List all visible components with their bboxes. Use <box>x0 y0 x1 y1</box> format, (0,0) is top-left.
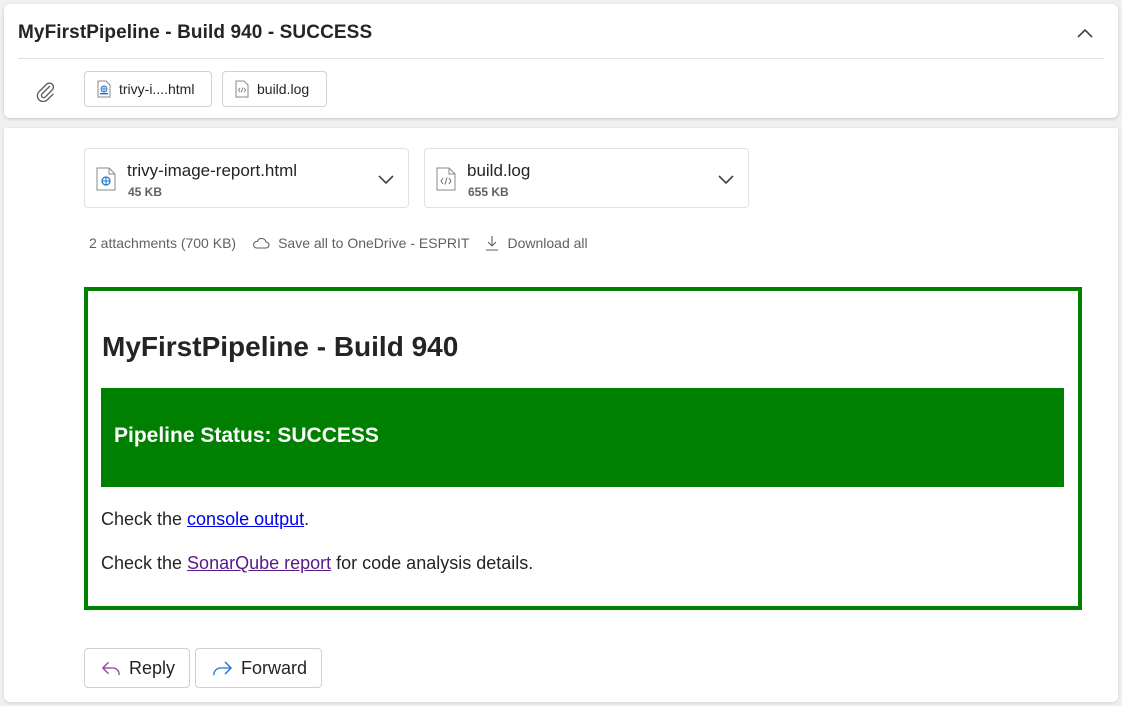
attachment-summary-bar: 2 attachments (700 KB) Save all to OneDr… <box>89 235 588 251</box>
line-suffix: . <box>304 509 310 529</box>
attachment-chip-build-log[interactable]: build.log <box>222 71 327 107</box>
chevron-down-icon[interactable] <box>716 169 736 189</box>
download-all-label: Download all <box>507 235 588 251</box>
email-body-card: trivy-image-report.html 45 KB build.log … <box>4 128 1118 702</box>
header-divider <box>18 58 1104 59</box>
email-content: MyFirstPipeline - Build 940 Pipeline Sta… <box>84 287 1082 610</box>
paperclip-icon[interactable] <box>34 80 56 102</box>
sonarqube-report-link[interactable]: SonarQube report <box>187 553 331 573</box>
chevron-down-icon[interactable] <box>376 169 396 189</box>
email-header-card: MyFirstPipeline - Build 940 - SUCCESS tr… <box>4 4 1118 118</box>
attachment-card-trivy[interactable]: trivy-image-report.html 45 KB <box>84 148 409 208</box>
email-subject: MyFirstPipeline - Build 940 - SUCCESS <box>18 22 373 43</box>
attachment-name: build.log <box>467 161 531 180</box>
html-file-icon <box>97 80 111 98</box>
forward-icon <box>213 661 232 676</box>
code-file-icon <box>436 167 456 191</box>
cloud-icon <box>253 237 270 249</box>
line-prefix: Check the <box>101 509 188 529</box>
attachment-chip-label: build.log <box>257 81 310 97</box>
build-heading: MyFirstPipeline - Build 940 <box>102 331 459 362</box>
status-banner: Pipeline Status: SUCCESS <box>101 388 1064 487</box>
chevron-up-icon <box>1077 28 1093 38</box>
code-file-icon <box>235 80 249 98</box>
reply-button[interactable]: Reply <box>84 648 190 688</box>
sonarqube-line: Check the SonarQube report for code anal… <box>101 553 533 574</box>
line-prefix: Check the <box>101 553 188 573</box>
attachment-chip-label: trivy-i....html <box>119 81 195 97</box>
console-output-link[interactable]: console output <box>187 509 304 529</box>
download-icon <box>486 236 499 251</box>
attachment-card-build-log[interactable]: build.log 655 KB <box>424 148 749 208</box>
collapse-button[interactable] <box>1070 18 1100 48</box>
line-suffix: for code analysis details. <box>331 553 534 573</box>
attachment-size: 45 KB <box>128 185 163 199</box>
console-output-line: Check the console output. <box>101 509 309 530</box>
email-reading-pane: MyFirstPipeline - Build 940 - SUCCESS tr… <box>0 0 1122 706</box>
attachment-chip-trivy[interactable]: trivy-i....html <box>84 71 212 107</box>
attachment-summary: 2 attachments (700 KB) <box>89 235 237 251</box>
attachment-name: trivy-image-report.html <box>127 161 298 180</box>
status-text: Pipeline Status: SUCCESS <box>114 424 379 447</box>
save-to-onedrive-label: Save all to OneDrive - ESPRIT <box>278 235 470 251</box>
save-to-onedrive-button[interactable]: Save all to OneDrive - ESPRIT <box>252 235 469 251</box>
html-file-icon <box>96 167 116 191</box>
forward-label: Forward <box>240 657 307 678</box>
attachment-size: 655 KB <box>468 185 509 199</box>
reply-icon <box>102 661 120 675</box>
reply-label: Reply <box>128 657 175 678</box>
download-all-button[interactable]: Download all <box>485 235 588 251</box>
forward-button[interactable]: Forward <box>195 648 322 688</box>
